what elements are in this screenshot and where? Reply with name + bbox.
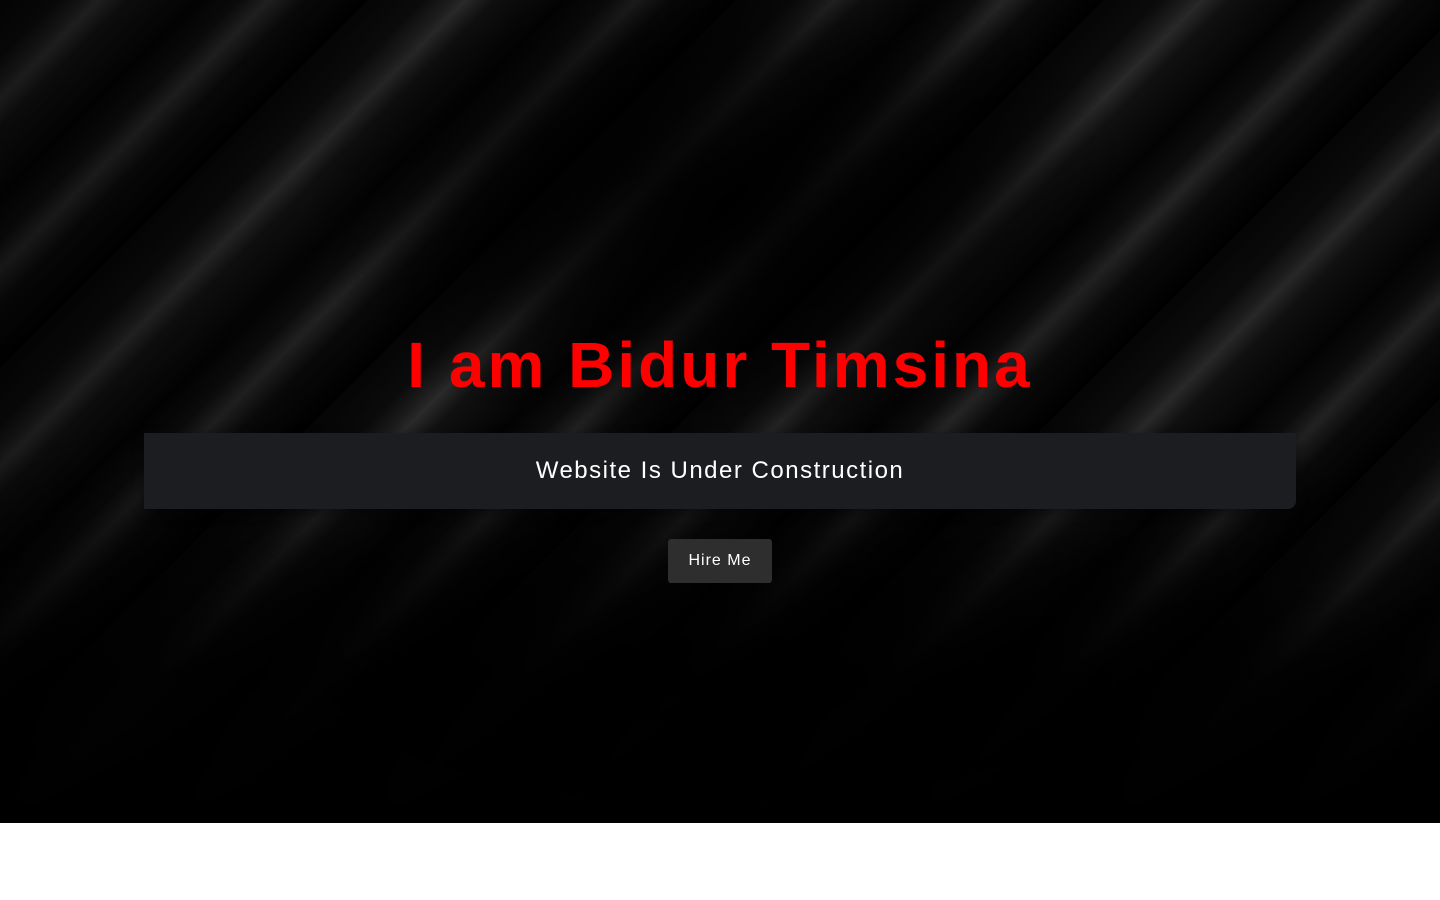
blank-footer-area [0,823,1440,900]
subtitle-text: Website Is Under Construction [535,457,905,484]
subtitle-banner: Website Is Under Construction [144,433,1296,509]
hire-me-button[interactable]: Hire Me [668,539,772,583]
hero-title: I am Bidur Timsina [407,329,1033,401]
hero-content: I am Bidur Timsina Website Is Under Cons… [0,0,1440,823]
hero-section: I am Bidur Timsina Website Is Under Cons… [0,0,1440,823]
